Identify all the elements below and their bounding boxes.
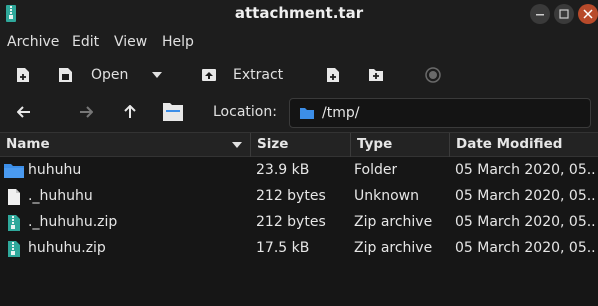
column-name-label: Name: [6, 136, 50, 152]
forward-arrow-icon[interactable]: [79, 106, 93, 118]
home-folder-icon[interactable]: [162, 102, 184, 122]
stop-icon: [425, 67, 441, 83]
menu-edit[interactable]: Edit: [72, 34, 99, 50]
add-folder-button[interactable]: [368, 56, 384, 94]
folder-icon: [300, 108, 314, 119]
extract-button[interactable]: Extract: [201, 56, 283, 94]
add-folder-icon: [369, 69, 383, 81]
file-name: ._huhuhu.zip: [28, 214, 118, 230]
file-size: 212 bytes: [256, 188, 326, 204]
folder-icon: [4, 164, 24, 178]
chevron-down-icon: [152, 72, 162, 78]
file-table: Name Size Type Date Modified huhuhu 23.9…: [0, 132, 598, 306]
menu-bar: Archive Edit View Help: [0, 28, 598, 56]
column-size-label: Size: [257, 136, 289, 152]
column-type[interactable]: Type: [351, 133, 450, 157]
file-type: Unknown: [354, 188, 419, 204]
table-row[interactable]: ._huhuhu.zip 212 bytes Zip archive 05 Ma…: [0, 210, 598, 236]
add-file-icon: [327, 68, 339, 82]
up-arrow-icon[interactable]: [124, 105, 136, 119]
open-dropdown-button[interactable]: [151, 56, 163, 94]
file-icon: [8, 189, 20, 205]
file-type: Folder: [354, 162, 398, 178]
new-archive-button[interactable]: [16, 56, 30, 94]
close-button[interactable]: [578, 4, 598, 24]
back-arrow-icon[interactable]: [17, 106, 31, 118]
file-size: 212 bytes: [256, 214, 326, 230]
toolbar: Open Extract: [0, 56, 598, 94]
file-name: huhuhu: [28, 162, 82, 178]
location-label: Location:: [213, 104, 277, 120]
table-header: Name Size Type Date Modified: [0, 132, 598, 157]
add-files-button[interactable]: [326, 56, 340, 94]
title-bar: attachment.tar: [0, 0, 598, 28]
file-date: 05 March 2020, 05...: [455, 240, 595, 256]
close-icon: [583, 9, 593, 19]
open-document-icon: [59, 68, 72, 82]
file-date: 05 March 2020, 05...: [455, 214, 595, 230]
column-size[interactable]: Size: [251, 133, 351, 157]
file-type: Zip archive: [354, 214, 433, 230]
sort-descending-icon: [232, 142, 242, 148]
menu-help[interactable]: Help: [162, 34, 194, 50]
zip-icon: [8, 241, 20, 257]
table-row[interactable]: ._huhuhu 212 bytes Unknown 05 March 2020…: [0, 184, 598, 210]
table-row[interactable]: huhuhu.zip 17.5 kB Zip archive 05 March …: [0, 236, 598, 262]
minimize-button[interactable]: [530, 4, 550, 24]
new-document-icon: [17, 68, 29, 82]
file-size: 17.5 kB: [256, 240, 310, 256]
location-value: /tmp/: [322, 105, 360, 121]
column-type-label: Type: [357, 136, 393, 152]
file-type: Zip archive: [354, 240, 433, 256]
maximize-icon: [559, 9, 569, 19]
table-row[interactable]: huhuhu 23.9 kB Folder 05 March 2020, 05.…: [0, 158, 598, 184]
file-date: 05 March 2020, 05...: [455, 162, 595, 178]
file-name: ._huhuhu: [28, 188, 93, 204]
zip-icon: [8, 215, 20, 231]
file-name: huhuhu.zip: [28, 240, 106, 256]
minimize-icon: [536, 14, 544, 16]
menu-view[interactable]: View: [114, 34, 147, 50]
location-bar: Location: /tmp/: [0, 94, 598, 132]
menu-archive[interactable]: Archive: [7, 34, 59, 50]
extract-label: Extract: [233, 67, 284, 83]
file-size: 23.9 kB: [256, 162, 310, 178]
column-name[interactable]: Name: [0, 133, 251, 157]
maximize-button[interactable]: [554, 4, 574, 24]
open-button[interactable]: Open: [58, 56, 128, 94]
column-date[interactable]: Date Modified: [450, 133, 598, 157]
file-date: 05 March 2020, 05...: [455, 188, 595, 204]
stop-button[interactable]: [425, 56, 441, 94]
location-field[interactable]: /tmp/: [289, 98, 591, 128]
column-date-label: Date Modified: [456, 136, 563, 152]
extract-icon: [202, 69, 216, 81]
open-label: Open: [91, 67, 129, 83]
window-title: attachment.tar: [234, 4, 364, 22]
